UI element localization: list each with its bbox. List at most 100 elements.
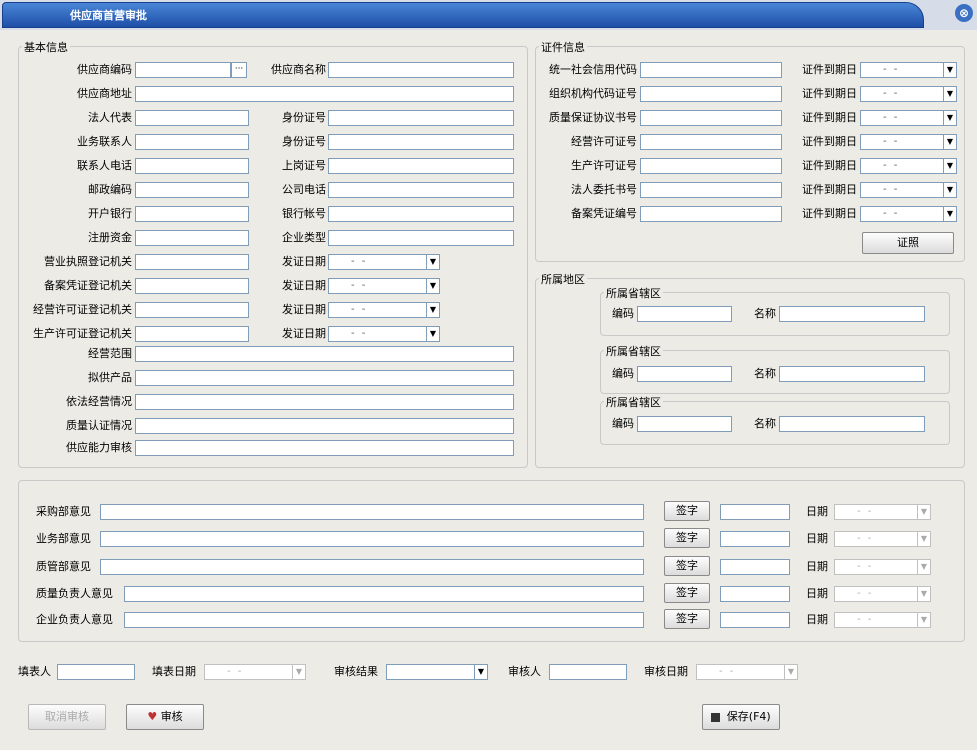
opinion-date-select[interactable]: - - ▼: [834, 559, 931, 575]
review-button[interactable]: ♥ 审核: [126, 704, 204, 730]
contact-phone-input[interactable]: [135, 158, 249, 174]
chevron-down-icon[interactable]: ▼: [784, 665, 797, 679]
region-code-input[interactable]: [637, 366, 732, 382]
review-date-select[interactable]: - - ▼: [696, 664, 798, 680]
supplier-address-input[interactable]: [135, 86, 514, 102]
sign-button[interactable]: 签字: [664, 501, 710, 521]
region-name-input[interactable]: [779, 306, 925, 322]
postcode-input[interactable]: [135, 182, 249, 198]
business-scope-input[interactable]: [135, 346, 514, 362]
operate-permit-org-input[interactable]: [135, 302, 249, 318]
cert-expire-select[interactable]: - - ▼: [860, 134, 957, 150]
cert-expire-select[interactable]: - - ▼: [860, 86, 957, 102]
chevron-down-icon[interactable]: ▼: [474, 665, 487, 679]
region-code-input[interactable]: [637, 416, 732, 432]
bank-account-input[interactable]: [328, 206, 514, 222]
opinion-input[interactable]: [100, 504, 644, 520]
opinion-date-select[interactable]: - - ▼: [834, 612, 931, 628]
legal-rep-input[interactable]: [135, 110, 249, 126]
chevron-down-icon[interactable]: ▼: [426, 279, 439, 293]
chevron-down-icon[interactable]: ▼: [943, 135, 956, 149]
sign-input[interactable]: [720, 612, 790, 628]
chevron-down-icon[interactable]: ▼: [917, 505, 930, 519]
cert-input[interactable]: [640, 110, 782, 126]
reg-capital-input[interactable]: [135, 230, 249, 246]
photo-button[interactable]: 证照: [862, 232, 954, 254]
biz-license-org-input[interactable]: [135, 254, 249, 270]
cert-expire-select[interactable]: - - ▼: [860, 206, 957, 222]
region-code-input[interactable]: [637, 306, 732, 322]
opinion-input[interactable]: [100, 531, 644, 547]
chevron-down-icon[interactable]: ▼: [426, 327, 439, 341]
sign-button[interactable]: 签字: [664, 556, 710, 576]
supply-capacity-input[interactable]: [135, 440, 514, 456]
opinion-date-select[interactable]: - - ▼: [834, 531, 931, 547]
company-phone-input[interactable]: [328, 182, 514, 198]
issue-date-select-2[interactable]: - - ▼: [328, 278, 440, 294]
produce-permit-org-input[interactable]: [135, 326, 249, 342]
cert-input[interactable]: [640, 134, 782, 150]
review-result-select[interactable]: ▼: [386, 664, 488, 680]
company-type-input[interactable]: [328, 230, 514, 246]
reviewer-input[interactable]: [549, 664, 627, 680]
supplier-code-input[interactable]: [135, 62, 231, 78]
business-contact-input[interactable]: [135, 134, 249, 150]
chevron-down-icon[interactable]: ▼: [943, 183, 956, 197]
opinion-date-select[interactable]: - - ▼: [834, 586, 931, 602]
chevron-down-icon[interactable]: ▼: [943, 87, 956, 101]
sign-input[interactable]: [720, 586, 790, 602]
sign-button[interactable]: 签字: [664, 583, 710, 603]
sign-input[interactable]: [720, 504, 790, 520]
chevron-down-icon[interactable]: ▼: [426, 255, 439, 269]
filler-input[interactable]: [57, 664, 135, 680]
sign-input[interactable]: [720, 531, 790, 547]
save-button[interactable]: 保存(F4): [702, 704, 780, 730]
id-no-input-2[interactable]: [328, 134, 514, 150]
cert-input[interactable]: [640, 158, 782, 174]
chevron-down-icon[interactable]: ▼: [292, 665, 305, 679]
opinion-input[interactable]: [124, 612, 644, 628]
cert-expire-select[interactable]: - - ▼: [860, 110, 957, 126]
cancel-review-button[interactable]: 取消审核: [28, 704, 106, 730]
id-no-input-1[interactable]: [328, 110, 514, 126]
region-name-input[interactable]: [779, 416, 925, 432]
cert-input[interactable]: [640, 62, 782, 78]
chevron-down-icon[interactable]: ▼: [917, 532, 930, 546]
record-cert-org-input[interactable]: [135, 278, 249, 294]
supplier-name-input[interactable]: [328, 62, 514, 78]
chevron-down-icon[interactable]: ▼: [426, 303, 439, 317]
issue-date-select-3[interactable]: - - ▼: [328, 302, 440, 318]
issue-date-select-4[interactable]: - - ▼: [328, 326, 440, 342]
opinion-date-select[interactable]: - - ▼: [834, 504, 931, 520]
cert-input[interactable]: [640, 206, 782, 222]
opinion-input[interactable]: [100, 559, 644, 575]
cert-expire-select[interactable]: - - ▼: [860, 182, 957, 198]
chevron-down-icon[interactable]: ▼: [917, 613, 930, 627]
work-permit-input[interactable]: [328, 158, 514, 174]
sign-button[interactable]: 签字: [664, 609, 710, 629]
cert-input[interactable]: [640, 182, 782, 198]
issue-date-select-1[interactable]: - - ▼: [328, 254, 440, 270]
sign-input[interactable]: [720, 559, 790, 575]
close-icon[interactable]: ⊗: [955, 4, 973, 22]
chevron-down-icon[interactable]: ▼: [943, 207, 956, 221]
chevron-down-icon[interactable]: ▼: [917, 587, 930, 601]
cert-expire-select[interactable]: - - ▼: [860, 158, 957, 174]
quality-cert-input[interactable]: [135, 418, 514, 434]
fill-date-select[interactable]: - - ▼: [204, 664, 306, 680]
date-placeholder: - -: [883, 136, 900, 147]
supplier-code-browse-button[interactable]: ···: [231, 62, 247, 78]
opinion-input[interactable]: [124, 586, 644, 602]
proposed-products-input[interactable]: [135, 370, 514, 386]
chevron-down-icon[interactable]: ▼: [943, 63, 956, 77]
bank-input[interactable]: [135, 206, 249, 222]
cert-expire-select[interactable]: - - ▼: [860, 62, 957, 78]
sign-button[interactable]: 签字: [664, 528, 710, 548]
date-placeholder: - -: [883, 88, 900, 99]
region-name-input[interactable]: [779, 366, 925, 382]
chevron-down-icon[interactable]: ▼: [943, 111, 956, 125]
cert-input[interactable]: [640, 86, 782, 102]
legal-operation-input[interactable]: [135, 394, 514, 410]
chevron-down-icon[interactable]: ▼: [943, 159, 956, 173]
chevron-down-icon[interactable]: ▼: [917, 560, 930, 574]
